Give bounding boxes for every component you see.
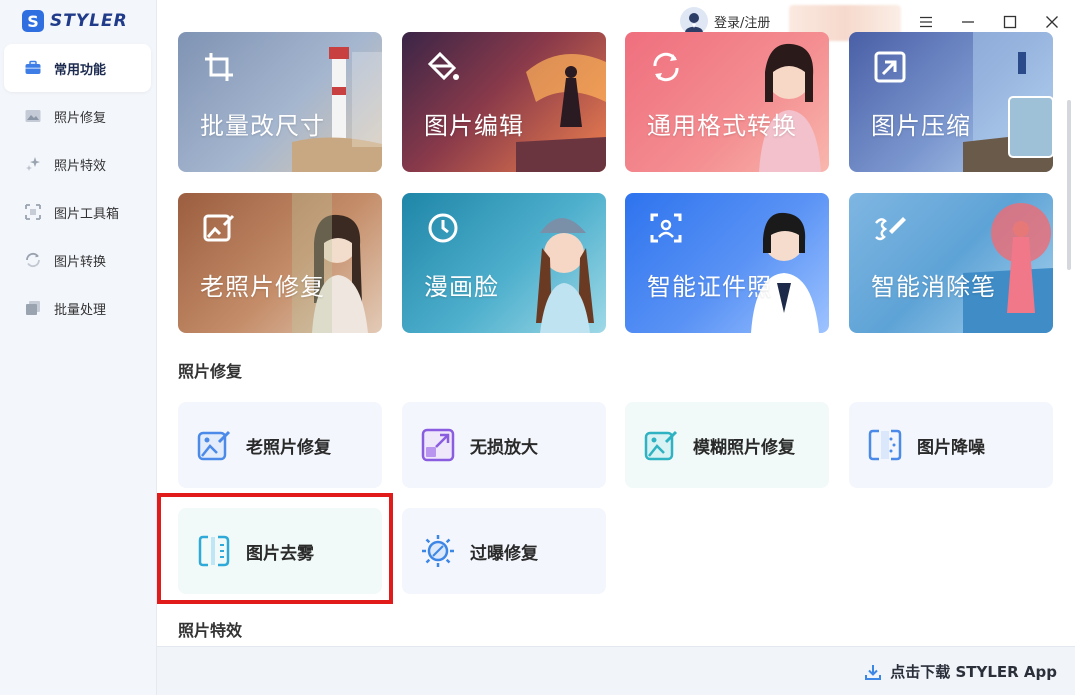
bottom-bar: 点击下载 STYLER App — [157, 646, 1075, 695]
card-label: 老照片修复 — [200, 273, 325, 301]
card-label: 漫画脸 — [424, 273, 499, 301]
upscale-icon — [420, 427, 456, 463]
app-logo: S STYLER — [22, 10, 128, 32]
sidebar-item-common[interactable]: 常用功能 — [4, 44, 151, 92]
sidebar-item-label: 批量处理 — [54, 302, 107, 318]
section-title-photo-effects: 照片特效 — [178, 621, 243, 640]
paint-bucket-icon — [426, 50, 460, 84]
photo-repair-icon — [202, 211, 236, 245]
tool-tile-old-photo[interactable]: 老照片修复 — [178, 402, 382, 488]
eraser-pen-icon — [873, 211, 907, 245]
sidebar-item-photo-effects[interactable]: 照片特效 — [4, 140, 151, 188]
minimize-button[interactable] — [956, 10, 980, 34]
lighthouse-image — [292, 32, 382, 172]
maximize-button[interactable] — [998, 10, 1022, 34]
logo-mark: S — [22, 10, 44, 32]
tool-tile-upscale[interactable]: 无损放大 — [402, 402, 606, 488]
briefcase-icon — [24, 59, 42, 77]
tool-tile-denoise[interactable]: 图片降噪 — [849, 402, 1053, 488]
card-label: 智能证件照 — [647, 273, 772, 301]
card-label: 智能消除笔 — [871, 273, 996, 301]
sidebar-item-toolbox[interactable]: 图片工具箱 — [4, 188, 151, 236]
minimize-icon — [962, 21, 974, 23]
crop-icon — [202, 50, 236, 84]
sidebar-item-label: 图片转换 — [54, 254, 107, 270]
download-label: 点击下载 STYLER App — [890, 663, 1057, 681]
id-photo-icon — [649, 211, 683, 245]
app-name: STYLER — [50, 11, 128, 31]
tile-label: 模糊照片修复 — [693, 437, 795, 458]
portrait-image — [739, 32, 829, 172]
card-label: 图片压缩 — [871, 112, 971, 140]
app-window: S STYLER 常用功能 照片修复 照片特效 图片工具箱 图片转换 批量处理 … — [0, 0, 1075, 695]
card-label: 批量改尺寸 — [200, 112, 325, 140]
image-icon — [24, 107, 42, 125]
vintage-portrait-image — [292, 193, 382, 333]
refresh-icon — [649, 50, 683, 84]
batch-icon — [24, 299, 42, 317]
beach-woman-image — [963, 193, 1053, 333]
section-title-photo-repair: 照片修复 — [178, 362, 243, 381]
maximize-icon — [1003, 15, 1017, 29]
denoise-icon — [867, 427, 903, 463]
convert-icon — [24, 251, 42, 269]
dancer-image — [516, 32, 606, 172]
hiker-image — [963, 32, 1053, 172]
tile-label: 老照片修复 — [246, 437, 331, 458]
sidebar-item-label: 照片特效 — [54, 158, 107, 174]
sidebar-item-label: 图片工具箱 — [54, 206, 120, 222]
scrollbar[interactable] — [1067, 100, 1071, 270]
id-portrait-image — [739, 193, 829, 333]
feature-card-image-edit[interactable]: 图片编辑 — [402, 32, 606, 172]
tool-tile-exposure-fix[interactable]: 过曝修复 — [402, 508, 606, 594]
clock-icon — [426, 211, 460, 245]
tool-tile-blur-fix[interactable]: 模糊照片修复 — [625, 402, 829, 488]
cartoon-girl-image — [516, 193, 606, 333]
exposure-icon — [420, 533, 456, 569]
old-photo-icon — [196, 427, 232, 463]
feature-card-cartoon-face[interactable]: 漫画脸 — [402, 193, 606, 333]
card-label: 图片编辑 — [424, 112, 524, 140]
sidebar: S STYLER 常用功能 照片修复 照片特效 图片工具箱 图片转换 批量处理 — [0, 0, 157, 695]
close-icon — [1046, 16, 1058, 28]
sidebar-nav: 常用功能 照片修复 照片特效 图片工具箱 图片转换 批量处理 — [4, 44, 151, 332]
sidebar-item-convert[interactable]: 图片转换 — [4, 236, 151, 284]
tile-label: 图片降噪 — [917, 437, 985, 458]
toolbox-icon — [24, 203, 42, 221]
card-label: 通用格式转换 — [647, 112, 797, 140]
menu-button[interactable] — [914, 10, 938, 34]
highlight-box — [157, 493, 393, 604]
feature-card-compress[interactable]: 图片压缩 — [849, 32, 1053, 172]
login-label: 登录/注册 — [714, 15, 771, 31]
login-button[interactable]: 登录/注册 — [680, 7, 770, 35]
close-button[interactable] — [1040, 10, 1064, 34]
sidebar-item-label: 照片修复 — [54, 110, 107, 126]
sparkles-icon — [24, 155, 42, 173]
sidebar-item-photo-repair[interactable]: 照片修复 — [4, 92, 151, 140]
user-avatar-icon — [680, 7, 708, 35]
feature-card-format-convert[interactable]: 通用格式转换 — [625, 32, 829, 172]
menu-icon — [920, 16, 932, 28]
feature-card-smart-eraser[interactable]: 智能消除笔 — [849, 193, 1053, 333]
compress-icon — [873, 50, 907, 84]
blur-fix-icon — [643, 427, 679, 463]
download-icon — [865, 664, 882, 680]
sidebar-item-batch[interactable]: 批量处理 — [4, 284, 151, 332]
tile-label: 无损放大 — [470, 437, 538, 458]
feature-card-old-photo-repair[interactable]: 老照片修复 — [178, 193, 382, 333]
feature-card-id-photo[interactable]: 智能证件照 — [625, 193, 829, 333]
sidebar-item-label: 常用功能 — [54, 62, 107, 78]
feature-card-batch-resize[interactable]: 批量改尺寸 — [178, 32, 382, 172]
download-app-button[interactable]: 点击下载 STYLER App — [864, 661, 1057, 682]
tile-label: 过曝修复 — [470, 543, 538, 564]
